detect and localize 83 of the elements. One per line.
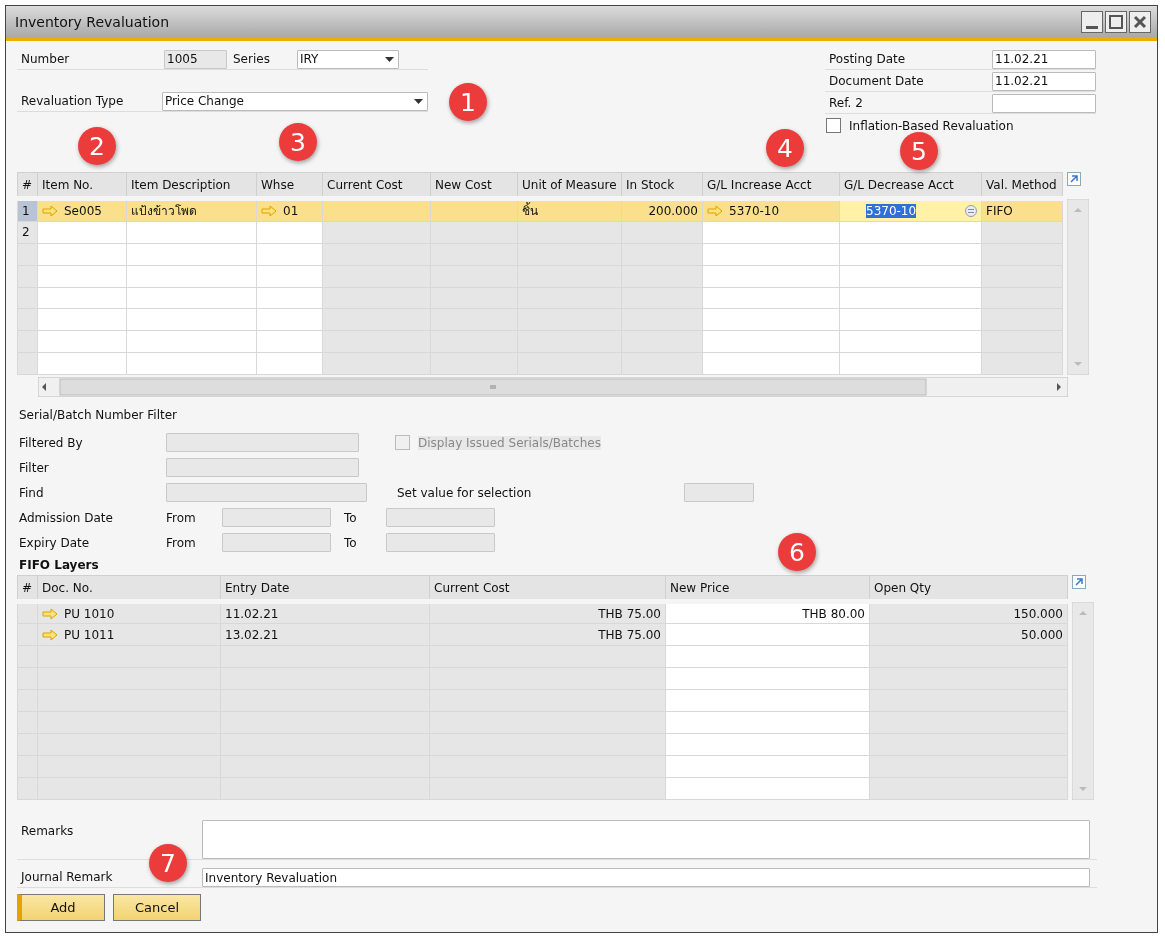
field-label: Posting Date: [828, 52, 907, 66]
column-header[interactable]: #: [17, 575, 38, 602]
column-header[interactable]: Val. Method: [981, 172, 1063, 199]
cell-text: Se005: [64, 203, 102, 218]
step-badge: 3: [279, 123, 317, 161]
caret-icon: [414, 98, 423, 104]
input-field[interactable]: [992, 93, 1096, 113]
text-area[interactable]: [202, 820, 1090, 859]
step-badge: 7: [149, 844, 187, 882]
expand-icon[interactable]: [1067, 172, 1081, 186]
link-arrow-icon[interactable]: [707, 204, 723, 217]
field-label: Ref. 2: [828, 96, 864, 110]
horizontal-scrollbar[interactable]: [38, 377, 1068, 397]
column-header[interactable]: Current Cost: [322, 172, 431, 199]
vertical-scrollbar[interactable]: [1072, 602, 1094, 800]
step-badge: 4: [766, 129, 804, 167]
column-header[interactable]: New Cost: [430, 172, 518, 199]
window-title: Inventory Revaluation: [15, 13, 170, 30]
column-header[interactable]: Current Cost: [429, 575, 666, 602]
field-label: Filter: [18, 460, 50, 475]
cell-text: 01: [283, 203, 299, 218]
field-label: Admission Date: [18, 510, 114, 525]
field-label: Filtered By: [18, 435, 84, 450]
caret-icon: [385, 56, 394, 62]
selected-text: 5370-10: [866, 203, 917, 218]
link-arrow-icon[interactable]: [261, 204, 277, 217]
input-field[interactable]: Inventory Revaluation: [202, 868, 1090, 887]
checkbox-label: Inflation-Based Revaluation: [849, 118, 1014, 133]
section-title: FIFO Layers: [18, 558, 100, 574]
column-header[interactable]: Entry Date: [220, 575, 430, 602]
table-cell: 13.02.21: [220, 623, 430, 646]
section-title: Serial/Batch Number Filter: [18, 408, 179, 424]
input-field[interactable]: 11.02.21: [992, 71, 1096, 91]
link-arrow-icon[interactable]: [42, 204, 58, 217]
minimize-icon[interactable]: [1081, 10, 1103, 33]
checkbox[interactable]: [826, 118, 841, 133]
column-header[interactable]: Item No.: [37, 172, 127, 199]
cell-text: PU 1011: [64, 627, 115, 642]
dropdown[interactable]: IRY: [297, 49, 399, 69]
column-header[interactable]: Unit of Measure: [517, 172, 622, 199]
step-badge: 5: [900, 132, 938, 170]
column-header[interactable]: In Stock: [621, 172, 703, 199]
field-label: To: [343, 510, 358, 525]
table-cell: THB 75.00: [429, 623, 666, 646]
column-header[interactable]: Item Description: [126, 172, 257, 199]
column-header[interactable]: New Price: [665, 575, 870, 602]
column-header[interactable]: Whse: [256, 172, 323, 199]
add-button[interactable]: Add: [17, 894, 105, 921]
expand-icon[interactable]: [1072, 575, 1086, 589]
field-label: Find: [18, 485, 45, 500]
field-label: Set value for selection: [396, 485, 533, 500]
column-header[interactable]: #: [17, 172, 38, 199]
table-cell: 50.000: [869, 623, 1068, 646]
field-label: To: [343, 535, 358, 550]
cancel-button[interactable]: Cancel: [113, 894, 201, 921]
link-arrow-icon[interactable]: [42, 607, 58, 620]
close-icon[interactable]: [1129, 10, 1151, 33]
field-label: Number: [20, 52, 71, 66]
step-badge: 6: [778, 533, 816, 571]
step-badge: 1: [449, 83, 487, 121]
maximize-icon[interactable]: [1105, 10, 1127, 33]
field-label: Expiry Date: [18, 535, 91, 550]
checkbox-label: Display Issued Serials/Batches: [418, 435, 601, 450]
column-header[interactable]: G/L Decrease Acct: [839, 172, 982, 199]
vertical-scrollbar[interactable]: [1067, 199, 1089, 375]
input-field[interactable]: 11.02.21: [992, 49, 1096, 69]
field-label: Journal Remark: [19, 869, 114, 884]
field-label: Remarks: [20, 823, 75, 838]
cell-text: 5370-10: [729, 203, 780, 218]
column-header[interactable]: G/L Increase Acct: [702, 172, 840, 199]
field-label: From: [165, 510, 197, 525]
column-header[interactable]: Doc. No.: [37, 575, 221, 602]
dropdown[interactable]: Price Change: [161, 91, 428, 111]
field-label: Revaluation Type: [20, 94, 125, 108]
column-header[interactable]: Open Qty: [869, 575, 1068, 602]
step-badge: 2: [78, 127, 116, 165]
field-label: From: [165, 535, 197, 550]
cell-text: PU 1010: [64, 606, 115, 621]
list-icon[interactable]: [965, 204, 977, 217]
field-label: Document Date: [828, 74, 925, 88]
link-arrow-icon[interactable]: [42, 628, 58, 641]
field-label: Series: [232, 52, 271, 66]
row-number: 2: [17, 221, 38, 244]
